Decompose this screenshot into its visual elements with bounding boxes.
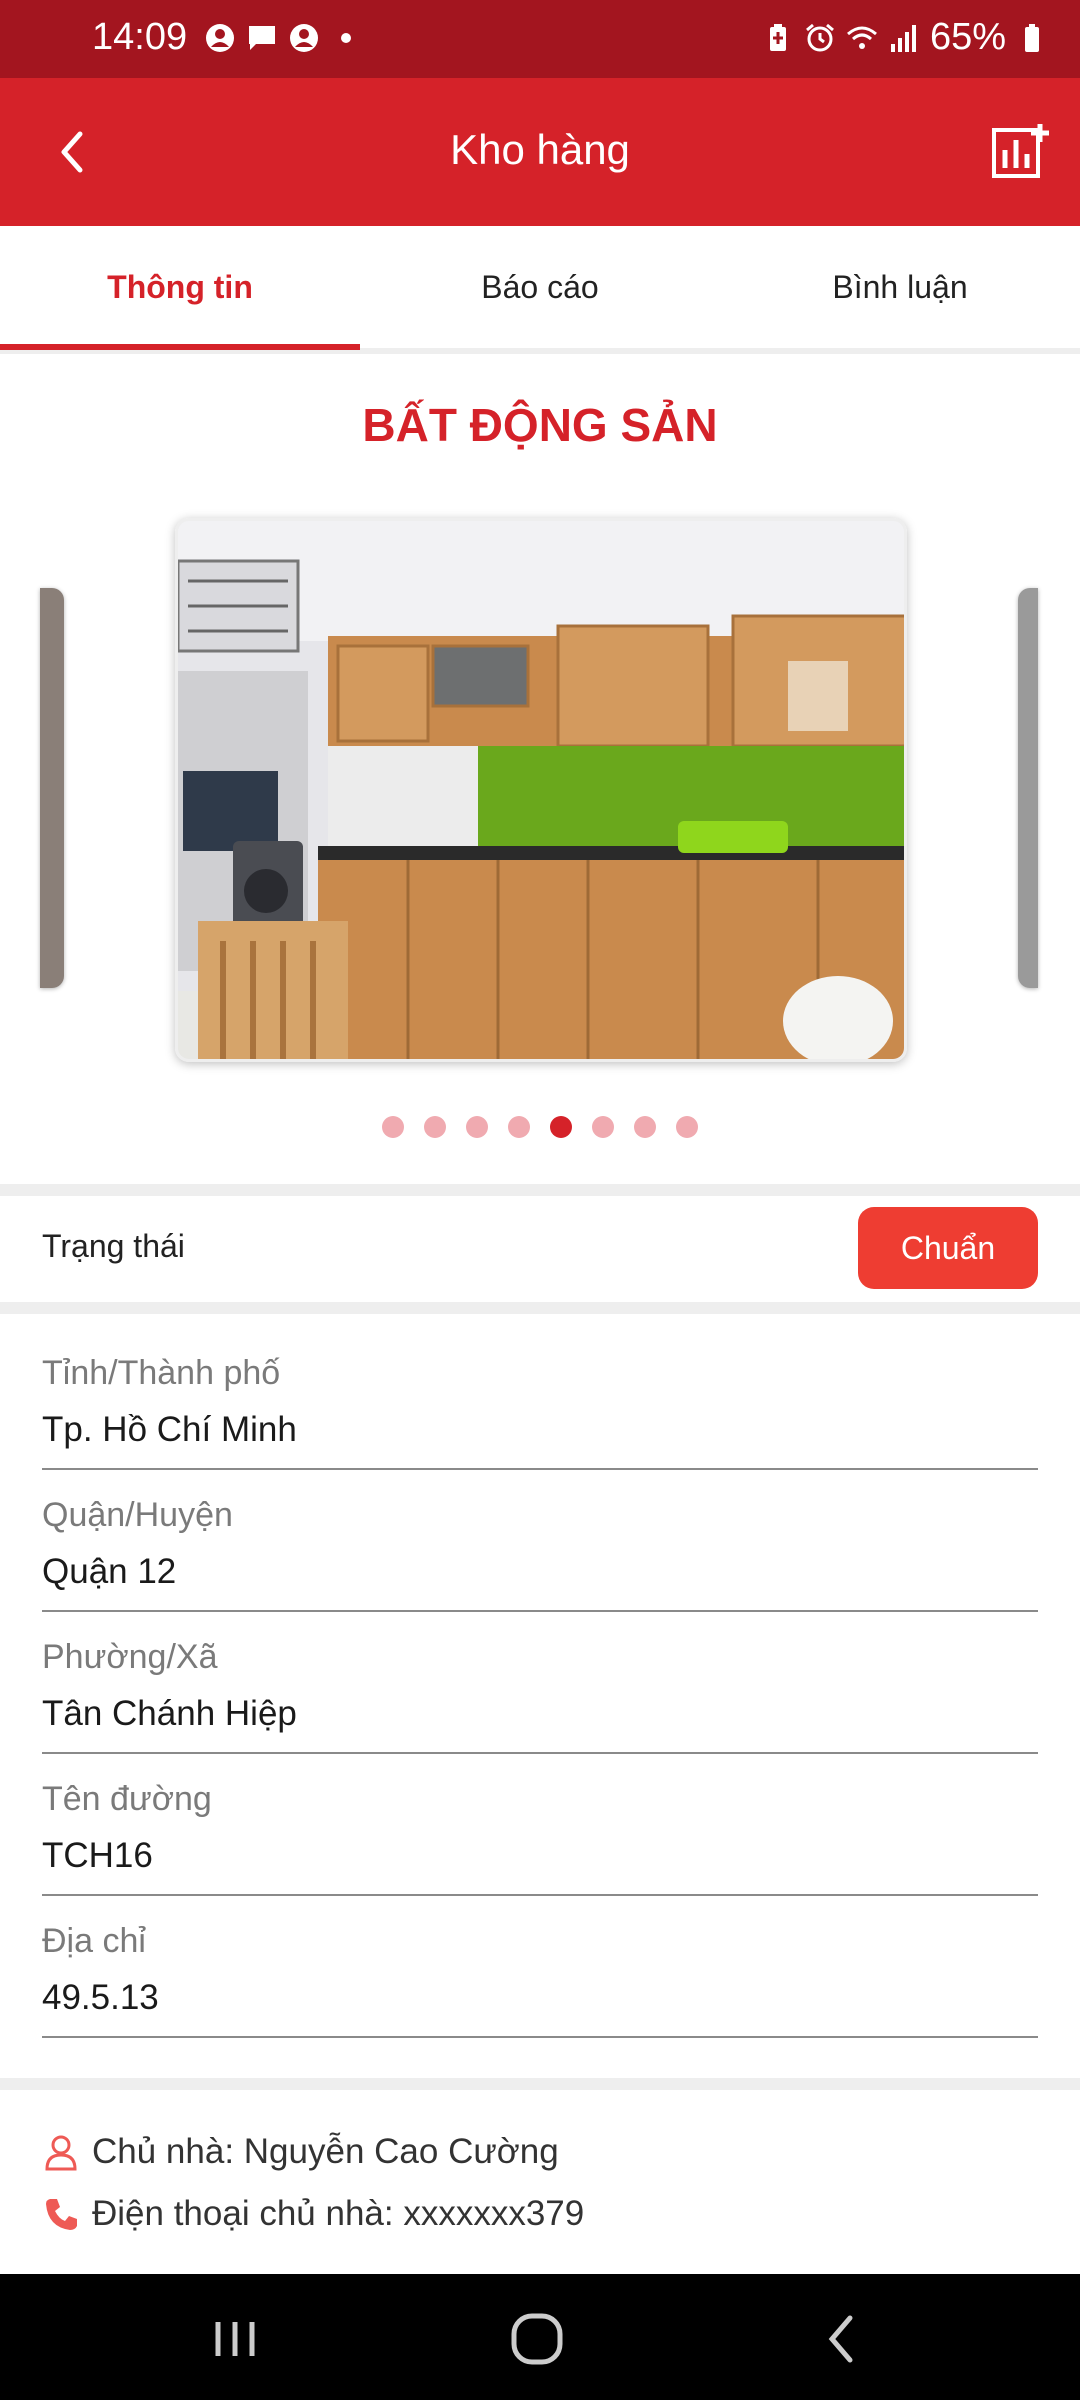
field-value: TCH16	[42, 1836, 153, 1875]
kitchen-photo	[178, 521, 904, 1059]
next-slide-peek[interactable]	[1018, 588, 1038, 988]
account-icon	[290, 24, 318, 52]
notification-icons	[204, 22, 362, 54]
field-label: Tên đường	[42, 1780, 212, 1818]
account-icon	[206, 24, 234, 52]
field-label: Phường/Xã	[42, 1638, 218, 1676]
field-ward[interactable]: Phường/Xã Tân Chánh Hiệp	[42, 1630, 1038, 1754]
owner-name: Chủ nhà: Nguyễn Cao Cường	[92, 2132, 559, 2171]
field-street[interactable]: Tên đường TCH16	[42, 1772, 1038, 1896]
carousel-dot[interactable]	[634, 1116, 656, 1138]
section-divider	[0, 1302, 1080, 1314]
message-icon	[249, 26, 275, 50]
section-divider	[0, 1184, 1080, 1196]
field-value: Tp. Hồ Chí Minh	[42, 1410, 297, 1449]
field-province[interactable]: Tỉnh/Thành phố Tp. Hồ Chí Minh	[42, 1346, 1038, 1470]
field-value: Quận 12	[42, 1552, 177, 1591]
carousel-dot[interactable]	[466, 1116, 488, 1138]
active-tab-indicator	[0, 344, 360, 350]
owner-phone: Điện thoại chủ nhà: xxxxxxx379	[92, 2194, 585, 2233]
image-carousel[interactable]	[0, 518, 1080, 1062]
field-value: 49.5.13	[42, 1978, 159, 2017]
section-title: BẤT ĐỘNG SẢN	[362, 399, 718, 451]
status-label: Trạng thái	[42, 1228, 185, 1264]
field-label: Quận/Huyện	[42, 1496, 233, 1534]
app-bar: Kho hàng	[0, 78, 1080, 226]
alarm-icon	[805, 23, 834, 51]
owner-phone-row[interactable]: Điện thoại chủ nhà: xxxxxxx379	[42, 2194, 584, 2234]
home-icon[interactable]	[502, 2304, 572, 2374]
carousel-dot[interactable]	[592, 1116, 614, 1138]
dot-icon	[341, 33, 351, 43]
carousel-indicator	[0, 1116, 1080, 1138]
tab-reports[interactable]: Báo cáo	[360, 226, 720, 348]
system-status-bar: 14:09 65%	[0, 0, 1080, 78]
carousel-dot[interactable]	[550, 1116, 572, 1138]
system-indicators: 65%	[762, 16, 1048, 59]
carousel-dot[interactable]	[676, 1116, 698, 1138]
status-row: Trạng thái Chuẩn	[0, 1196, 1080, 1300]
status-time: 14:09	[92, 16, 188, 58]
carousel-dot[interactable]	[508, 1116, 530, 1138]
page-title: Kho hàng	[450, 126, 630, 173]
battery-icon	[1025, 23, 1039, 52]
signal-icon	[890, 24, 916, 52]
add-report-icon[interactable]	[988, 120, 1052, 184]
carousel-image[interactable]	[175, 518, 907, 1062]
carousel-dot[interactable]	[424, 1116, 446, 1138]
owner-name-row: Chủ nhà: Nguyễn Cao Cường	[42, 2132, 559, 2172]
previous-slide-peek[interactable]	[40, 588, 64, 988]
status-badge[interactable]: Chuẩn	[858, 1207, 1038, 1289]
tab-info[interactable]: Thông tin	[0, 226, 360, 348]
section-divider	[0, 2078, 1080, 2090]
battery-saver-icon	[769, 23, 786, 51]
back-icon[interactable]	[808, 2304, 878, 2374]
field-district[interactable]: Quận/Huyện Quận 12	[42, 1488, 1038, 1612]
carousel-dot[interactable]	[382, 1116, 404, 1138]
field-value: Tân Chánh Hiệp	[42, 1694, 297, 1733]
battery-percent: 65%	[929, 16, 1006, 58]
field-address[interactable]: Địa chỉ 49.5.13	[42, 1914, 1038, 2038]
tab-bar: Thông tin Báo cáo Bình luận	[0, 226, 1080, 354]
tab-comments[interactable]: Bình luận	[720, 226, 1080, 348]
wifi-icon	[846, 26, 877, 49]
phone-icon	[46, 2199, 77, 2230]
system-nav-bar	[0, 2274, 1080, 2400]
field-label: Tỉnh/Thành phố	[42, 1354, 281, 1392]
recent-apps-icon[interactable]	[200, 2304, 270, 2374]
person-icon	[45, 2135, 77, 2171]
field-label: Địa chỉ	[42, 1922, 146, 1960]
